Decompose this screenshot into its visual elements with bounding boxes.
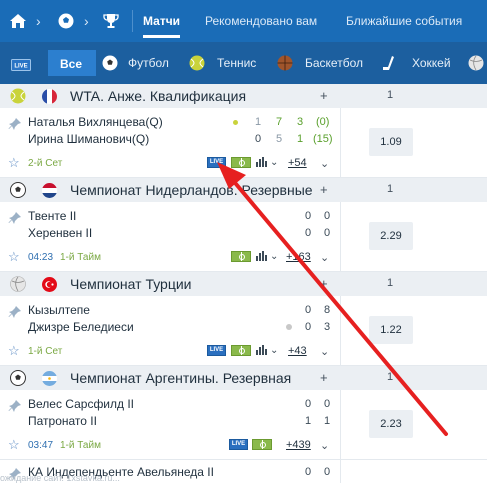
app-root: › › Матчи Рекомендовано вам Ближайшие со… (0, 0, 487, 483)
annotation-arrow (217, 162, 448, 436)
